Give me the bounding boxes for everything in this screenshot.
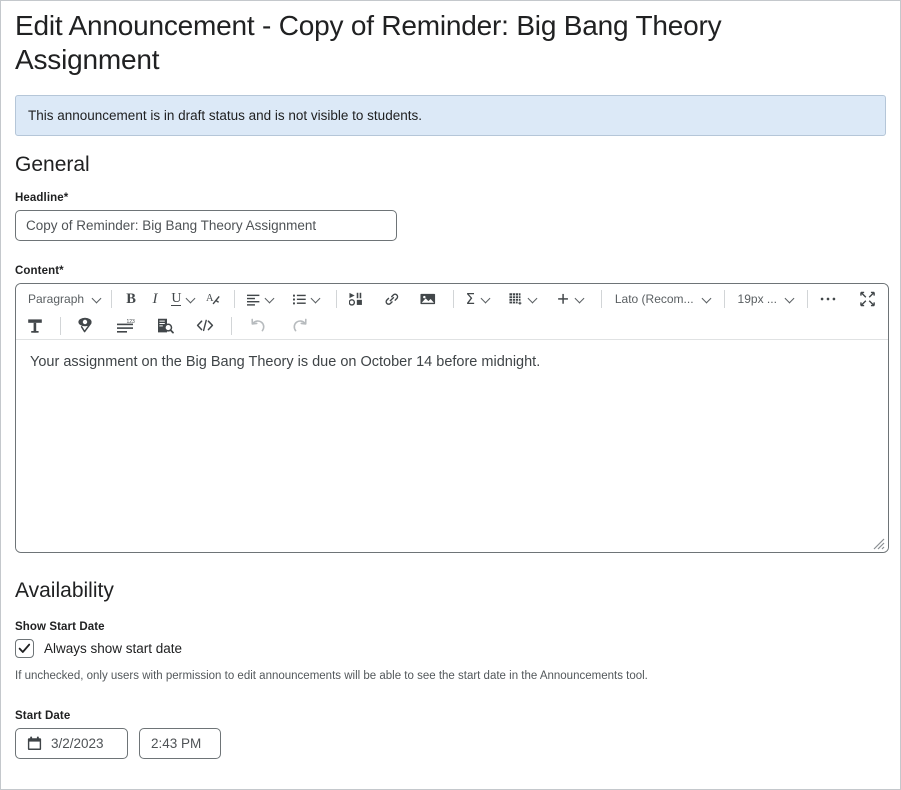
- content-editor-body[interactable]: Your assignment on the Big Bang Theory i…: [16, 340, 888, 552]
- format-painter-button[interactable]: [22, 314, 49, 338]
- checkmark-icon: [18, 643, 31, 653]
- section-heading-general: General: [15, 153, 90, 176]
- clear-formatting-icon: A: [206, 292, 220, 304]
- underline-icon: U: [171, 291, 182, 306]
- toolbar-separator: [231, 316, 232, 335]
- preview-document-search-icon: [158, 318, 174, 333]
- start-date-row: 3/2/2023 2:43 PM: [15, 728, 886, 759]
- bold-button[interactable]: B: [119, 287, 143, 311]
- toolbar-separator: [453, 290, 455, 308]
- headline-required-marker: *: [63, 192, 69, 204]
- always-show-start-date-label: Always show start date: [44, 641, 183, 656]
- insert-table-button[interactable]: [504, 287, 542, 311]
- table-icon: [509, 293, 523, 306]
- align-left-icon: [246, 294, 260, 306]
- chevron-down-icon: [703, 295, 712, 304]
- underline-button[interactable]: U: [167, 287, 201, 311]
- chevron-down-icon: [93, 295, 102, 304]
- plus-icon: [557, 293, 568, 304]
- chevron-down-icon: [266, 295, 275, 304]
- equation-button[interactable]: Σ: [461, 287, 495, 311]
- start-date-value: 3/2/2023: [51, 736, 104, 751]
- more-options-button[interactable]: [815, 287, 841, 311]
- insert-stuff-button[interactable]: [344, 287, 369, 311]
- bold-icon: B: [126, 290, 136, 307]
- redo-icon: [293, 318, 307, 331]
- chevron-down-icon: [187, 295, 196, 304]
- always-show-start-date-row[interactable]: Always show start date: [15, 639, 886, 658]
- font-name-dropdown[interactable]: Lato (Recom...: [609, 287, 714, 311]
- italic-icon: I: [152, 290, 158, 307]
- ellipsis-icon: [820, 297, 836, 301]
- headline-label: Headline*: [15, 192, 886, 204]
- italic-button[interactable]: I: [143, 287, 167, 311]
- svg-text:A: A: [206, 292, 214, 303]
- format-painter-icon: [28, 318, 42, 333]
- paragraph-style-label: Paragraph: [28, 292, 85, 306]
- toolbar-separator: [723, 290, 725, 308]
- edit-announcement-page: Edit Announcement - Copy of Reminder: Bi…: [0, 0, 901, 790]
- toolbar-separator: [60, 316, 61, 335]
- editor-toolbar-row-1: Paragraph B I U A Σ Lato (Recom... 19px …: [18, 286, 886, 312]
- draft-status-notice: This announcement is in draft status and…: [15, 95, 886, 136]
- chevron-down-icon: [482, 295, 491, 304]
- font-name-label: Lato (Recom...: [614, 292, 694, 306]
- html-source-button[interactable]: [191, 314, 219, 338]
- bulleted-list-button[interactable]: [288, 287, 326, 311]
- content-label-text: Content: [15, 265, 60, 277]
- redo-button[interactable]: [287, 314, 314, 338]
- chevron-down-icon: [576, 295, 585, 304]
- editor-toolbar: Paragraph B I U A Σ Lato (Recom... 19px …: [16, 284, 888, 340]
- preview-button[interactable]: [152, 314, 179, 338]
- insert-link-button[interactable]: [379, 287, 405, 311]
- fullscreen-button[interactable]: [855, 287, 880, 311]
- link-icon: [385, 293, 399, 305]
- code-icon: [196, 319, 214, 332]
- content-label: Content*: [15, 265, 886, 277]
- fullscreen-icon: [860, 291, 875, 307]
- content-rich-text-editor: Paragraph B I U A Σ Lato (Recom... 19px …: [15, 283, 889, 553]
- undo-icon: [251, 318, 265, 331]
- accessibility-check-button[interactable]: [72, 314, 100, 338]
- content-required-marker: *: [59, 265, 64, 277]
- toolbar-separator: [806, 290, 808, 308]
- toolbar-separator: [336, 290, 338, 308]
- headline-input[interactable]: [15, 210, 397, 241]
- image-icon: [420, 293, 436, 305]
- resize-grip-icon: [873, 538, 885, 550]
- accessibility-eye-check-icon: [78, 317, 92, 333]
- chevron-down-icon: [312, 295, 321, 304]
- font-size-label: 19px ...: [737, 292, 777, 306]
- chevron-down-icon: [529, 295, 538, 304]
- headline-label-text: Headline: [15, 192, 64, 204]
- paragraph-style-dropdown[interactable]: Paragraph: [22, 287, 104, 311]
- insert-image-button[interactable]: [415, 287, 441, 311]
- show-start-date-help-text: If unchecked, only users with permission…: [15, 670, 648, 682]
- undo-button[interactable]: [244, 314, 271, 338]
- chevron-down-icon: [786, 295, 795, 304]
- add-more-button[interactable]: [552, 287, 590, 311]
- word-count-icon: 123: [117, 319, 135, 333]
- always-show-start-date-checkbox[interactable]: [15, 639, 34, 658]
- toolbar-separator: [111, 290, 113, 308]
- start-date-input[interactable]: 3/2/2023: [15, 728, 128, 759]
- editor-toolbar-row-2: 123: [18, 312, 886, 339]
- start-time-value: 2:43 PM: [151, 736, 202, 751]
- show-start-date-label: Show Start Date: [15, 621, 105, 633]
- editor-resize-handle[interactable]: [872, 537, 885, 550]
- word-count-button[interactable]: 123: [112, 314, 140, 338]
- section-heading-availability: Availability: [15, 579, 114, 602]
- bulleted-list-icon: [292, 294, 306, 304]
- toolbar-separator: [233, 290, 235, 308]
- start-date-label: Start Date: [15, 710, 71, 722]
- insert-stuff-icon: [349, 292, 363, 306]
- font-size-dropdown[interactable]: 19px ...: [732, 287, 797, 311]
- calendar-icon: [27, 736, 42, 750]
- start-time-input[interactable]: 2:43 PM: [139, 728, 221, 759]
- sigma-icon: Σ: [465, 289, 476, 308]
- page-title: Edit Announcement - Copy of Reminder: Bi…: [15, 10, 722, 75]
- clear-formatting-button[interactable]: A: [201, 287, 227, 311]
- toolbar-separator: [600, 290, 602, 308]
- align-left-button[interactable]: [242, 287, 280, 311]
